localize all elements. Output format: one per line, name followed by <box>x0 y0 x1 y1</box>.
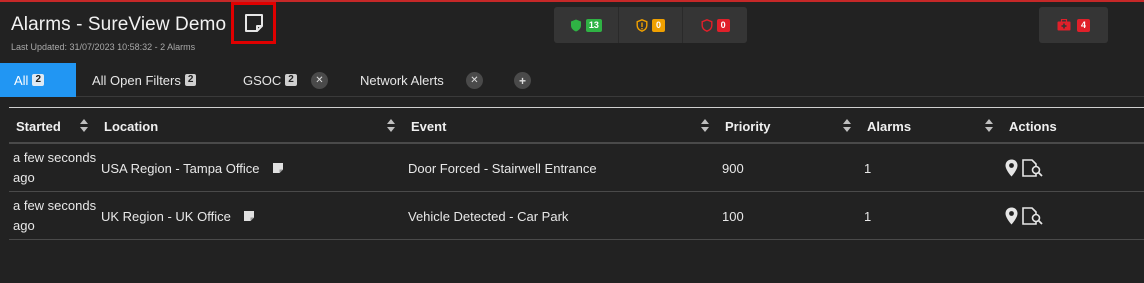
priority-cell: 100 <box>722 208 744 224</box>
started-cell: a few seconds ago <box>13 198 97 233</box>
tab-gsoc-close[interactable]: ✕ <box>311 63 328 97</box>
event-cell: Vehicle Detected - Car Park <box>408 208 569 224</box>
alarms-table: Started Location Event Priority Alarms A… <box>9 107 1144 240</box>
column-header-location[interactable]: Location <box>104 108 158 144</box>
column-header-started[interactable]: Started <box>16 108 61 144</box>
tabs-divider <box>76 96 1144 97</box>
document-search-icon[interactable] <box>1022 159 1044 177</box>
alarms-cell: 1 <box>864 208 872 224</box>
status-summary: 13 0 0 <box>554 7 747 43</box>
column-header-event[interactable]: Event <box>411 108 446 144</box>
actions-cell <box>1005 144 1044 192</box>
note-icon[interactable] <box>272 162 284 174</box>
shield-warning-icon <box>636 18 648 32</box>
tab-count-badge: 2 <box>285 74 297 86</box>
column-header-priority[interactable]: Priority <box>725 108 771 144</box>
shield-check-icon <box>570 19 581 31</box>
tab-label: All Open Filters <box>92 72 181 88</box>
table-header: Started Location Event Priority Alarms A… <box>9 108 1144 144</box>
sort-icon[interactable] <box>80 119 88 132</box>
document-search-icon[interactable] <box>1022 207 1044 225</box>
shield-outline-icon <box>701 18 713 32</box>
location-cell: USA Region - Tampa Office <box>101 144 284 192</box>
tab-all[interactable]: All 2 <box>0 63 76 97</box>
alert-kit-status[interactable]: 4 <box>1039 7 1108 43</box>
priority-cell: 900 <box>722 160 744 176</box>
location-text: UK Region - UK Office <box>101 208 231 224</box>
column-header-actions: Actions <box>1009 118 1057 134</box>
alert-count-badge: 4 <box>1077 18 1090 32</box>
tab-gsoc[interactable]: GSOC 2 <box>243 63 297 97</box>
tab-count-badge: 2 <box>32 74 45 86</box>
note-icon[interactable] <box>243 210 255 222</box>
close-icon: ✕ <box>311 71 328 89</box>
location-text: USA Region - Tampa Office <box>101 160 260 176</box>
secure-count-badge: 13 <box>585 18 602 32</box>
secure-status[interactable]: 13 <box>554 7 618 43</box>
sort-icon[interactable] <box>843 119 851 132</box>
table-row[interactable]: a few seconds ago USA Region - Tampa Off… <box>9 144 1144 192</box>
danger-status[interactable]: 0 <box>682 7 747 43</box>
alarms-cell: 1 <box>864 160 872 176</box>
map-pin-icon[interactable] <box>1005 159 1018 177</box>
note-icon <box>244 14 263 32</box>
tab-network-alerts-close[interactable]: ✕ <box>466 63 483 97</box>
location-cell: UK Region - UK Office <box>101 192 255 240</box>
tab-count-badge: 2 <box>184 74 197 86</box>
page-title: Alarms - SureView Demo <box>11 14 227 35</box>
first-aid-kit-icon <box>1057 19 1071 31</box>
warning-status[interactable]: 0 <box>617 7 683 43</box>
filter-tabs: All 2 All Open Filters 2 GSOC 2 ✕ Networ… <box>0 63 1144 97</box>
actions-cell <box>1005 192 1044 240</box>
tab-label: GSOC <box>243 72 282 88</box>
top-accent-border <box>0 0 1144 2</box>
last-updated-text: Last Updated: 31/07/2023 10:58:32 - 2 Al… <box>11 42 196 52</box>
table-row[interactable]: a few seconds ago UK Region - UK Office … <box>9 192 1144 240</box>
add-tab-button[interactable]: + <box>514 72 531 89</box>
plus-icon: + <box>518 73 526 88</box>
sort-icon[interactable] <box>985 119 993 132</box>
tab-all-open-filters[interactable]: All Open Filters 2 <box>92 63 197 97</box>
danger-count-badge: 0 <box>716 18 730 32</box>
event-cell: Door Forced - Stairwell Entrance <box>408 160 597 176</box>
map-pin-icon[interactable] <box>1005 207 1018 225</box>
sort-icon[interactable] <box>701 119 709 132</box>
warning-count-badge: 0 <box>652 18 665 32</box>
sort-icon[interactable] <box>387 119 395 132</box>
tab-network-alerts[interactable]: Network Alerts <box>360 63 444 97</box>
column-header-alarms[interactable]: Alarms <box>867 108 911 144</box>
close-icon: ✕ <box>466 71 483 89</box>
started-cell: a few seconds ago <box>13 150 97 185</box>
notes-button[interactable] <box>231 2 276 44</box>
tab-label: Network Alerts <box>360 72 444 88</box>
tab-label: All <box>14 72 29 88</box>
